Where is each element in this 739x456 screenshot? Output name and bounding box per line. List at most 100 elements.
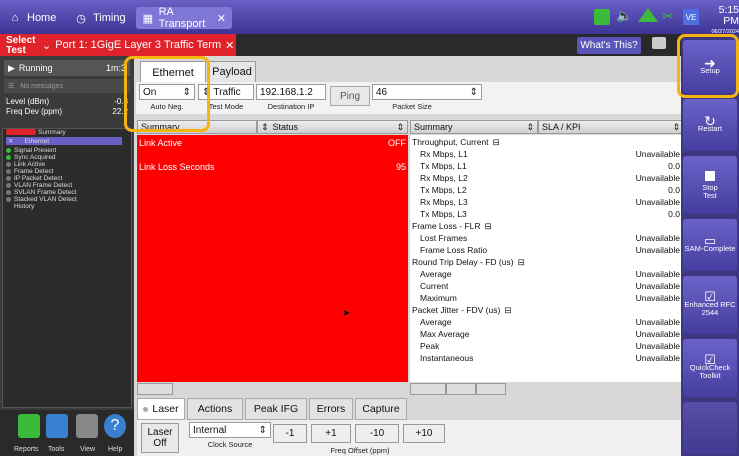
tree-item-label: Sync Acquired [14, 154, 56, 161]
updown-icon: ⇕ [261, 121, 269, 132]
tab-payload[interactable]: Payload [208, 61, 256, 83]
plus-one-button[interactable]: +1 [311, 424, 351, 443]
tab-laser[interactable]: Laser [137, 398, 185, 420]
laser-off-button[interactable]: Laser Off [141, 423, 179, 453]
port-tab[interactable]: ⌄ Port 1: 1GigE Layer 3 Traffic Term ✕ [36, 34, 236, 56]
collapse-icon[interactable]: ⊟ [518, 257, 525, 267]
quickcheck-label: QuickCheck Toolkit [689, 363, 731, 380]
kpi-row: Rx Mbps, L2 Unavailable [410, 173, 680, 183]
kpi-row: Round Trip Delay - FD (us) ⊟ [410, 257, 680, 267]
kpi-row: Rx Mbps, L1 Unavailable [410, 149, 680, 159]
enhanced-rfc-button[interactable]: ☑ Enhanced RFC 2544 [683, 276, 737, 334]
left-col2-header[interactable]: ⇕ Status ⇕ [257, 120, 408, 134]
kpi-group-label[interactable]: Frame Loss - FLR [410, 221, 481, 231]
tree-summary[interactable]: Summary [38, 129, 66, 136]
quickcheck-button[interactable]: ☑ QuickCheck Toolkit [683, 339, 737, 397]
tree-item[interactable]: SVLAN Frame Detect [6, 189, 77, 196]
tree-item[interactable]: VLAN Frame Detect [6, 182, 72, 189]
kpi-group-label[interactable]: Round Trip Delay - FD (us) [410, 257, 514, 267]
vnc-icon[interactable]: VE [683, 9, 699, 25]
tree-item[interactable]: Link Active [6, 161, 45, 168]
clock-source-select[interactable]: Internal ⇕ [189, 422, 271, 438]
kpi-group-label[interactable]: Throughput, Current [410, 137, 489, 147]
ping-button[interactable]: Ping [330, 86, 370, 106]
close-icon[interactable]: ✕ [217, 12, 226, 25]
link-status-panel [137, 135, 408, 382]
camera-icon[interactable] [652, 37, 666, 49]
minus-one-button[interactable]: -1 [273, 424, 307, 443]
timing-tab[interactable]: ◷ Timing [68, 7, 132, 29]
close-icon[interactable]: ✕ [225, 39, 234, 52]
kpi-value: Unavailable [635, 281, 680, 291]
kpi-row: Average Unavailable [410, 317, 680, 327]
run-status[interactable]: ▶ Running 1m:3 [4, 60, 130, 76]
copy-icon[interactable] [476, 383, 506, 395]
tree-item[interactable]: Sync Acquired [6, 154, 56, 161]
kpi-group-label[interactable]: Packet Jitter - FDV (us) [410, 305, 500, 315]
clock-source-value: Internal [193, 424, 227, 436]
messages-text: No messages [20, 82, 64, 90]
plus-ten-button[interactable]: +10 [403, 424, 445, 443]
kpi-row: Maximum Unavailable [410, 293, 680, 303]
app-icon: ▦ [142, 12, 153, 25]
destination-ip-field[interactable]: 192.168.1.2 [256, 84, 326, 100]
led-icon [6, 197, 11, 202]
help-icon[interactable]: ? [104, 414, 126, 438]
tree-item-label: Frame Detect [14, 168, 54, 175]
tree-item[interactable]: Frame Detect [6, 168, 53, 175]
expand-icon[interactable] [137, 383, 173, 395]
tree-item[interactable]: IP Packet Detect [6, 175, 62, 182]
left-col2-text: Status [272, 122, 299, 132]
tree-item-label: Stacked VLAN Detect [14, 196, 77, 203]
view-icon[interactable] [76, 414, 98, 438]
home-tab[interactable]: ⌂ Home [2, 7, 62, 29]
select-test-button[interactable]: Select Test [0, 34, 36, 56]
right-col1-header[interactable]: Summary ⇕ [410, 120, 538, 134]
tree-item-label: IP Packet Detect [14, 175, 63, 182]
kpi-row: Peak Unavailable [410, 341, 680, 351]
freq-offset-label: Freq Offset (ppm) [330, 446, 390, 455]
kpi-label: Rx Mbps, L3 [420, 197, 468, 207]
kpi-label: Current [420, 281, 449, 291]
minus-ten-button[interactable]: -10 [355, 424, 399, 443]
kpi-row: Current Unavailable [410, 281, 680, 291]
kpi-label: Tx Mbps, L1 [420, 161, 467, 171]
sam-complete-button[interactable]: ▭ SAM-Complete [683, 219, 737, 271]
tools-icon[interactable] [46, 414, 68, 438]
tab-capture[interactable]: Capture [355, 398, 407, 420]
kpi-value: Unavailable [635, 317, 680, 327]
ra-transport-tab[interactable]: ▦ RA Transport ✕ [136, 6, 232, 30]
kpi-value: Unavailable [635, 293, 680, 303]
collapse-icon: ✕ [8, 138, 14, 145]
led-icon [6, 190, 11, 195]
kpi-row: Lost Frames Unavailable [410, 233, 680, 243]
kpi-value: 0.0 [668, 209, 680, 219]
tab-errors[interactable]: Errors [309, 398, 353, 420]
led-icon [6, 162, 11, 167]
timing-label: Timing [93, 12, 126, 24]
tab-peak-ifg[interactable]: Peak IFG [245, 398, 307, 420]
copy-icon[interactable] [446, 383, 476, 395]
packet-size-label: Packet Size [392, 102, 432, 111]
right-col2-header[interactable]: SLA / KPI ⇕ [538, 120, 684, 134]
kpi-value: Unavailable [635, 341, 680, 351]
tools-label: Tools [48, 446, 65, 453]
messages-box[interactable]: ☰ No messages [4, 79, 130, 93]
speaker-icon[interactable]: 🔈 [616, 8, 632, 24]
tree-item[interactable]: History [14, 203, 34, 210]
tab-actions[interactable]: Actions [187, 398, 243, 420]
expand-icon[interactable] [410, 383, 446, 395]
collapse-icon[interactable]: ⊟ [485, 221, 492, 231]
packet-size-select[interactable]: 46 ⇕ [372, 84, 482, 100]
collapse-icon[interactable]: ⊟ [504, 305, 511, 315]
kpi-value: Unavailable [635, 329, 680, 339]
tree-item[interactable]: Stacked VLAN Detect [6, 196, 77, 203]
collapse-icon[interactable]: ⊟ [493, 137, 500, 147]
tree-item[interactable]: Signal Present [6, 147, 56, 154]
restart-button[interactable]: ↻ Restart [683, 99, 737, 151]
chevron-down-icon: ⌄ [42, 39, 52, 52]
stop-test-button[interactable]: Stop Test [683, 156, 737, 214]
reports-icon[interactable] [18, 414, 40, 438]
whats-this-button[interactable]: What's This? [577, 37, 641, 54]
dest-ip-value: 192.168.1.2 [260, 86, 313, 98]
